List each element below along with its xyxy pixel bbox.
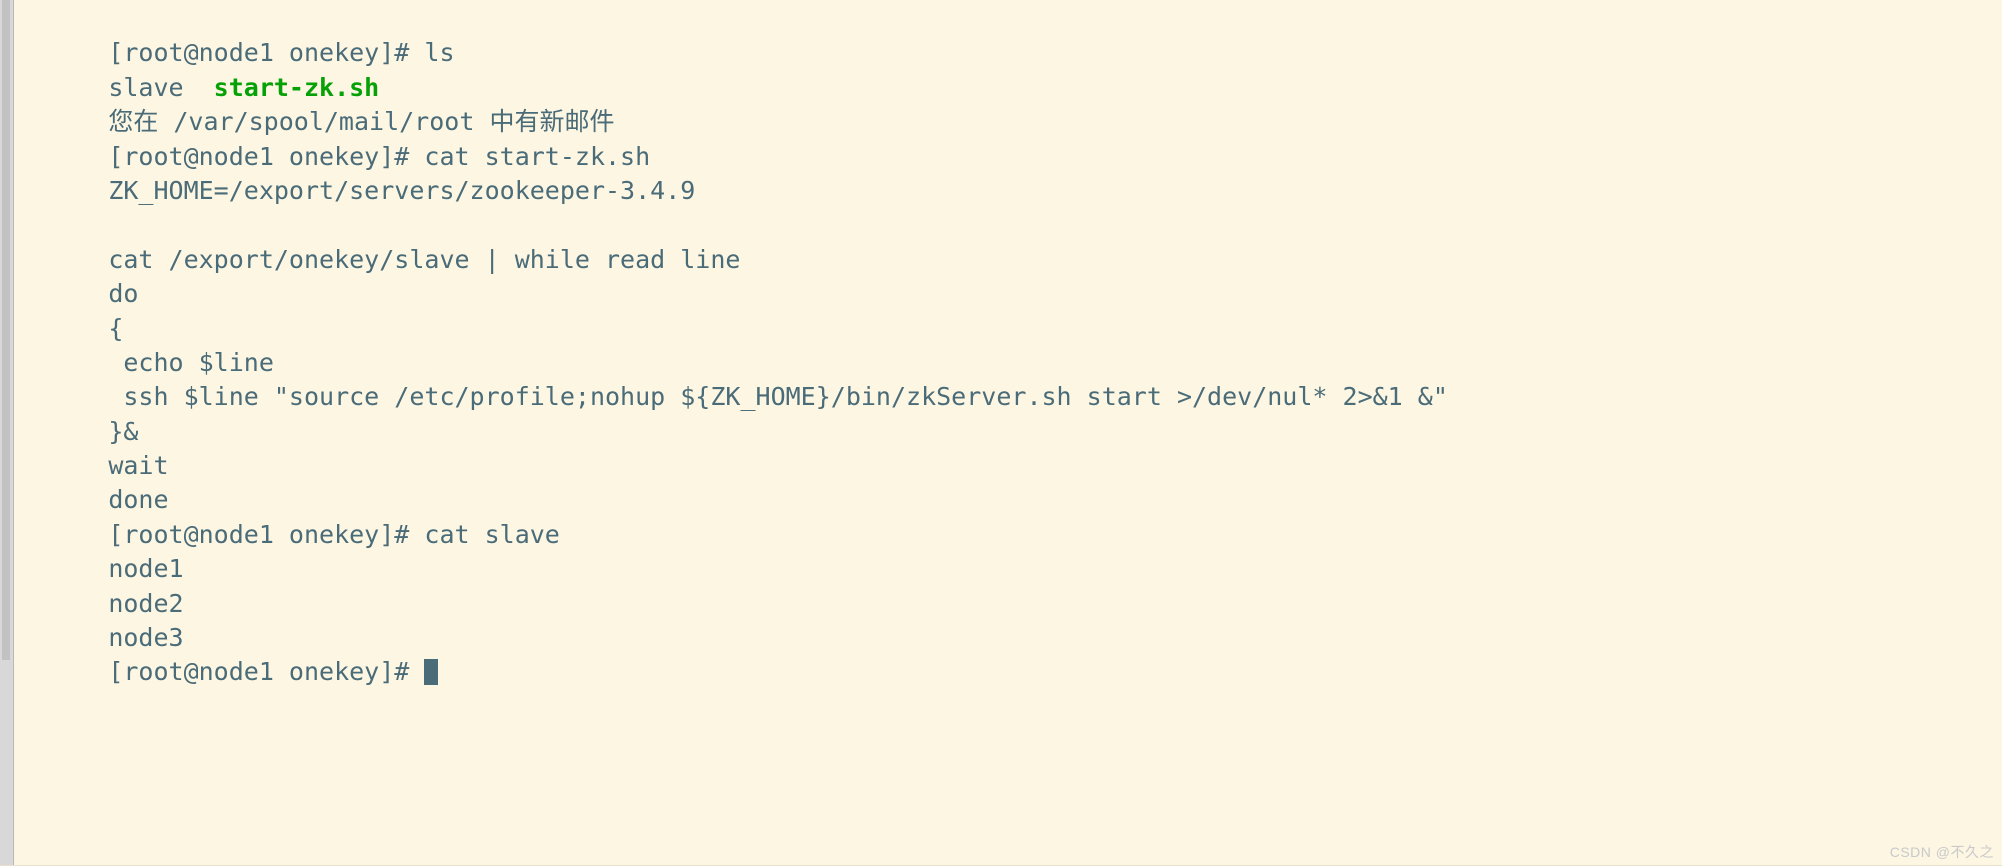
terminal-line: wait: [18, 415, 2002, 480]
terminal-line-text: [root@node1 onekey]# cat slave: [108, 519, 560, 549]
terminal-line: done: [18, 449, 2002, 514]
terminal-line-text: cat /export/onekey/slave | while read li…: [108, 244, 741, 274]
terminal-line-text: echo $line: [108, 347, 274, 377]
terminal-output-area[interactable]: [root@node1 onekey]# ls slave start-zk.s…: [14, 0, 2002, 866]
terminal-line-text: node3: [108, 623, 184, 653]
terminal-line: node2: [18, 552, 2002, 618]
terminal-line: ssh $line "source /etc/profile;nohup ${Z…: [18, 346, 2002, 411]
terminal-line: echo $line: [18, 312, 2002, 377]
terminal-line: [root@node1 onekey]# ls: [18, 2, 2002, 67]
terminal-scrollbar[interactable]: [0, 0, 14, 866]
scrollbar-thumb[interactable]: [2, 0, 10, 660]
terminal-line: {: [18, 277, 2002, 343]
terminal-line-text: [root@node1 onekey]# ls: [108, 38, 455, 68]
terminal-line-active[interactable]: [root@node1 onekey]#: [18, 621, 2002, 686]
text-cursor: [424, 659, 439, 686]
terminal-line-text: ssh $line "source /etc/profile;nohup ${Z…: [108, 382, 1448, 412]
file-start-zk-sh: start-zk.sh: [213, 72, 380, 102]
terminal-line-text: {: [108, 313, 124, 343]
terminal-line: node3: [18, 587, 2002, 652]
terminal-line-text: }&: [108, 416, 139, 446]
terminal-line-text: node2: [108, 588, 184, 618]
terminal-window: [root@node1 onekey]# ls slave start-zk.s…: [0, 0, 2002, 866]
terminal-line-prefix: slave: [108, 72, 214, 102]
terminal-line: [root@node1 onekey]# cat slave: [18, 483, 2002, 549]
terminal-line: cat /export/onekey/slave | while read li…: [18, 208, 2002, 274]
terminal-line-text: done: [108, 485, 169, 515]
terminal-line-text: node1: [108, 554, 184, 584]
terminal-line-text: wait: [108, 451, 169, 481]
terminal-line-text: 您在 /var/spool/mail/root 中有新邮件: [108, 107, 615, 137]
terminal-line-text: [root@node1 onekey]# cat start-zk.sh: [108, 141, 651, 171]
terminal-line-text: ZK_HOME=/export/servers/zookeeper-3.4.9: [108, 175, 696, 205]
watermark-label: CSDN @不久之: [1889, 844, 1994, 860]
terminal-line-text: do: [108, 279, 139, 309]
terminal-prompt: [root@node1 onekey]#: [108, 657, 425, 687]
